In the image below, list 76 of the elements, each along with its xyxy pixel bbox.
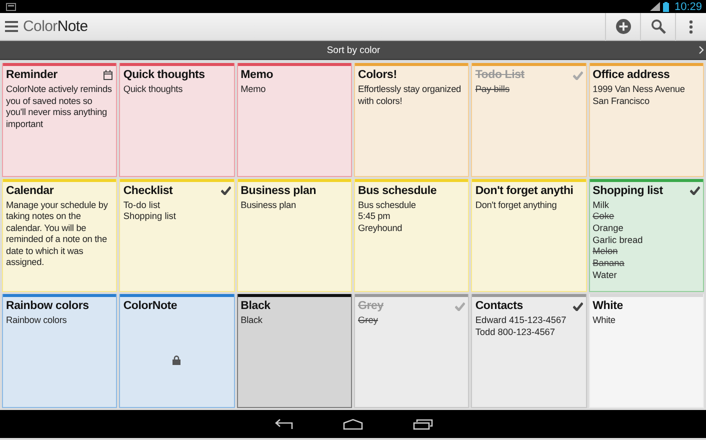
checklist-item: Melon (592, 246, 618, 258)
note-title: Calendar (6, 184, 55, 197)
checklist-item: Coke (592, 211, 614, 224)
note-title: Rainbow colors (6, 300, 90, 312)
note-title: Shopping list (592, 184, 664, 197)
signal-icon (650, 2, 660, 11)
note-title: Business plan (240, 184, 318, 197)
note-text: Memo (240, 84, 267, 96)
note-title: Contacts (475, 300, 524, 312)
checklist-item: Grey (358, 315, 378, 328)
note-title: Checklist (123, 184, 174, 197)
note-text: Bus schesdule 5:45 pm Greyhound (358, 200, 417, 234)
note-card[interactable]: Quick thoughts Quick thoughts (119, 63, 235, 177)
note-title: Don't forget anythi (475, 184, 574, 197)
note-card[interactable]: ColorNote (119, 294, 235, 408)
note-card[interactable]: Bus schesdule Bus schesdule 5:45 pm Greyhound (354, 178, 470, 292)
battery-icon (663, 2, 670, 12)
note-text: Effortlessly stay organized with colors! (358, 84, 462, 107)
note-card[interactable]: White White (588, 294, 704, 408)
note-title: Office address (592, 69, 671, 81)
notification-icon (6, 2, 16, 10)
note-text: Rainbow colors (6, 315, 68, 327)
note-card[interactable]: Colors! Effortlessly stay organized with colors! (354, 63, 470, 177)
note-card[interactable]: Shopping list Milk Coke Orange Garlic bread Melon Banana Water (588, 178, 704, 292)
note-text: Business plan (240, 200, 297, 212)
clock-time: 10:29 (674, 0, 702, 12)
note-card[interactable]: Todo List Pay bills (471, 63, 587, 177)
note-title: Todo List (475, 69, 526, 81)
sort-bar[interactable]: Sort by color (0, 41, 706, 60)
checklist-item: Milk (592, 200, 609, 212)
note-card[interactable]: Calendar Manage your schedule by taking notes on the calendar. You will be reminded of a note on the date to which it was assigned. (2, 178, 118, 292)
app-title: ColorNote (23, 18, 88, 35)
checklist-item: Pay bills (475, 84, 510, 96)
chevron-right-icon (699, 46, 704, 54)
note-card[interactable]: Checklist To-do list Shopping list (119, 178, 235, 292)
checklist-item: Orange (592, 223, 624, 235)
note-text: Manage your schedule by taking notes on the calendar. You will be reminded of a note on the date to which it was assigned. (6, 200, 109, 269)
note-title: Colors! (358, 69, 398, 81)
note-card[interactable]: Business plan Business plan (236, 178, 352, 292)
note-card[interactable]: Don't forget anythi Don't forget anything (471, 178, 587, 292)
note-card[interactable]: Black Black (236, 294, 352, 408)
note-text: White (592, 315, 616, 327)
checklist-item: To-do list (123, 200, 160, 212)
overflow-menu-icon[interactable] (689, 20, 693, 34)
note-card[interactable]: Rainbow colors Rainbow colors (2, 294, 118, 408)
note-card[interactable]: Contacts Edward 415-123-4567 Todd 800-123-4567 (471, 294, 587, 408)
sort-label: Sort by color (326, 44, 380, 56)
note-text: Quick thoughts (123, 84, 184, 96)
home-icon[interactable] (343, 418, 363, 430)
note-text: Don't forget anything (475, 200, 558, 212)
checklist-item: Banana (592, 258, 624, 270)
note-text: ColorNote actively reminds you of saved notes so you'll never miss anything important (6, 84, 113, 130)
checklist-item: Todd 800-123-4567 (475, 327, 556, 339)
recent-apps-icon[interactable] (413, 418, 433, 430)
note-title: Black (240, 300, 272, 312)
back-icon[interactable] (273, 418, 293, 430)
checklist-item: Water (592, 270, 617, 282)
checklist-item: Shopping list (123, 211, 176, 224)
note-card[interactable]: Reminder ColorNote actively reminds you of saved notes so you'll never miss anything important (2, 63, 118, 177)
note-title: Quick thoughts (123, 69, 206, 81)
note-title: White (592, 300, 624, 312)
note-title: Reminder (6, 69, 58, 81)
add-icon[interactable] (616, 19, 630, 34)
search-icon[interactable] (650, 19, 666, 34)
checklist-item: Edward 415-123-4567 (475, 315, 566, 328)
note-title: Grey (358, 300, 384, 312)
note-card[interactable]: Grey Grey (354, 294, 470, 408)
checklist-item: Garlic bread (592, 234, 643, 246)
note-card[interactable]: Office address 1999 Van Ness Avenue San Francisco (588, 63, 704, 177)
note-title: ColorNote (123, 300, 178, 312)
note-title: Memo (240, 69, 274, 81)
note-text: Black (240, 315, 264, 327)
note-text: 1999 Van Ness Avenue San Francisco (592, 84, 686, 107)
note-card[interactable]: Memo Memo (236, 63, 352, 177)
note-title: Bus schesdule (358, 184, 438, 197)
menu-icon[interactable] (5, 21, 18, 32)
